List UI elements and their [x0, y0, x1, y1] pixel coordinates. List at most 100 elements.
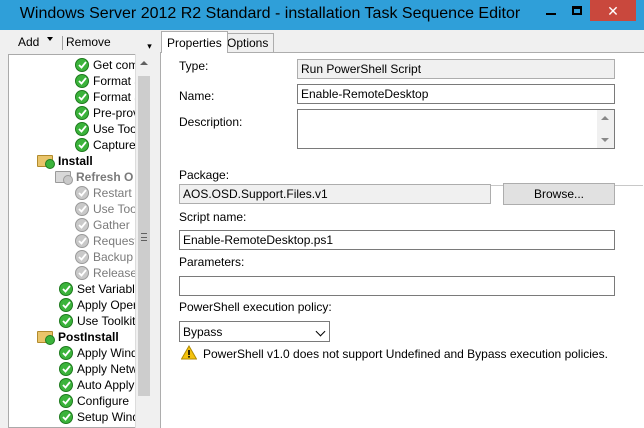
- gray-check-icon: [75, 250, 89, 264]
- name-field[interactable]: Enable-RemoteDesktop: [297, 84, 615, 104]
- green-check-icon: [75, 122, 89, 136]
- tree-item-label: Format a: [93, 74, 142, 88]
- scroll-grip-icon: [141, 233, 147, 241]
- folder-icon: [37, 331, 55, 345]
- tree-item-label: Get com: [93, 58, 139, 72]
- tree-step[interactable]: Get com: [75, 57, 138, 73]
- tree-group[interactable]: PostInstall: [37, 329, 119, 345]
- tree-step[interactable]: Use Too: [75, 201, 137, 217]
- tree-step[interactable]: Gather: [75, 217, 130, 233]
- tree-item-label: Format a: [93, 90, 142, 104]
- warning-message: PowerShell v1.0 does not support Undefin…: [203, 347, 608, 361]
- green-check-icon: [59, 362, 73, 376]
- tree-step[interactable]: Release: [75, 265, 137, 281]
- tree-item-label: PostInstall: [58, 330, 119, 344]
- tree-step[interactable]: Apply Windo: [59, 345, 144, 361]
- close-button[interactable]: ✕: [590, 0, 636, 21]
- package-label: Package:: [179, 168, 230, 182]
- tree-step[interactable]: Set Variable: [59, 281, 141, 297]
- description-field[interactable]: [297, 109, 615, 149]
- green-check-icon: [59, 314, 73, 328]
- green-check-icon: [59, 282, 73, 296]
- tree-step[interactable]: Format a: [75, 73, 141, 89]
- tree-step[interactable]: Setup Windo: [59, 409, 146, 425]
- execution-policy-select[interactable]: Bypass: [179, 321, 330, 342]
- chevron-down-icon[interactable]: [315, 326, 326, 337]
- maximize-icon: [572, 6, 582, 15]
- tree-step[interactable]: Apply Opera: [59, 297, 144, 313]
- green-check-icon: [75, 106, 89, 120]
- scroll-up-icon[interactable]: [140, 61, 148, 65]
- tab-properties[interactable]: Properties: [161, 31, 228, 53]
- name-label: Name:: [179, 89, 215, 103]
- tree-step[interactable]: Request: [75, 233, 138, 249]
- tree-step[interactable]: Use Toolkit: [59, 313, 135, 329]
- tree-group[interactable]: Install: [37, 153, 93, 169]
- description-scrollbar[interactable]: [597, 110, 614, 148]
- green-check-icon: [59, 378, 73, 392]
- tree-item-label: Use Too: [93, 202, 137, 216]
- remove-button[interactable]: Remove: [66, 35, 111, 49]
- parameters-field[interactable]: [179, 276, 615, 296]
- green-check-icon: [75, 74, 89, 88]
- tree-item-label: Install: [58, 154, 93, 168]
- green-check-icon: [59, 410, 73, 424]
- tree-item-label: Capture: [93, 138, 136, 152]
- maximize-button[interactable]: [564, 0, 590, 21]
- tree-step[interactable]: Format a: [75, 89, 141, 105]
- minimize-icon: [546, 12, 556, 15]
- tree-item-label: Configure: [77, 394, 130, 408]
- green-check-icon: [59, 394, 73, 408]
- tab-options[interactable]: Options: [221, 33, 275, 52]
- package-field: AOS.OSD.Support.Files.v1: [179, 184, 491, 204]
- tree-item-label: Request: [93, 234, 138, 248]
- gray-check-icon: [75, 266, 89, 280]
- green-check-icon: [59, 298, 73, 312]
- script-name-label: Script name:: [179, 210, 247, 224]
- tree-group[interactable]: Refresh O: [55, 169, 133, 185]
- scroll-thumb[interactable]: [138, 76, 150, 396]
- title-bar: Windows Server 2012 R2 Standard - instal…: [0, 0, 644, 30]
- scroll-up-icon[interactable]: [601, 116, 609, 120]
- gray-check-icon: [75, 186, 89, 200]
- tree-step[interactable]: Auto Apply D: [59, 377, 146, 393]
- minimize-button[interactable]: [538, 0, 564, 21]
- tree-step[interactable]: Capture: [75, 137, 136, 153]
- type-field: Run PowerShell Script: [297, 59, 615, 79]
- tree-item-label: Gather: [93, 218, 130, 232]
- folder-icon: [37, 155, 55, 169]
- green-check-icon: [59, 346, 73, 360]
- tree-item-label: Restart t: [93, 186, 139, 200]
- close-icon: ✕: [607, 2, 619, 19]
- add-button[interactable]: Add: [18, 35, 39, 49]
- tree-step[interactable]: Restart t: [75, 185, 138, 201]
- tree-item-label: Pre-prov: [93, 106, 140, 120]
- scroll-down-icon[interactable]: [601, 138, 609, 142]
- task-sequence-tree[interactable]: Get com Format a Format a Pre-prov Use Too Ca…: [8, 54, 151, 428]
- tree-item-label: Set Variable: [77, 282, 142, 296]
- toolbar-overflow-icon[interactable]: ▾: [145, 42, 154, 53]
- tree-step[interactable]: Pre-prov: [75, 105, 139, 121]
- tree-step[interactable]: Apply Netwo: [59, 361, 144, 377]
- green-check-icon: [75, 58, 89, 72]
- folder-icon: [55, 171, 73, 185]
- tree-step[interactable]: Backup: [75, 249, 133, 265]
- add-dropdown-arrow-icon[interactable]: [47, 37, 53, 41]
- tree-scrollbar[interactable]: [135, 54, 152, 428]
- properties-panel: Type: Run PowerShell Script Name: Enable…: [160, 52, 644, 428]
- toolbar-separator: [62, 36, 63, 50]
- green-check-icon: [75, 138, 89, 152]
- tree-item-label: Apply Opera: [77, 298, 144, 312]
- tree-step[interactable]: Configure: [59, 393, 129, 409]
- tree-step[interactable]: Use Too: [75, 121, 137, 137]
- execution-policy-label: PowerShell execution policy:: [179, 300, 332, 314]
- gray-check-icon: [75, 202, 89, 216]
- tree-item-label: Backup: [93, 250, 134, 264]
- gray-check-icon: [75, 234, 89, 248]
- window-title: Windows Server 2012 R2 Standard - instal…: [19, 5, 521, 22]
- browse-button[interactable]: Browse...: [503, 183, 615, 205]
- tree-item-label: Use Too: [93, 122, 137, 136]
- script-name-field[interactable]: Enable-RemoteDesktop.ps1: [179, 230, 615, 250]
- tree-item-label: Use Toolkit: [77, 314, 136, 328]
- execution-policy-value: Bypass: [183, 325, 223, 339]
